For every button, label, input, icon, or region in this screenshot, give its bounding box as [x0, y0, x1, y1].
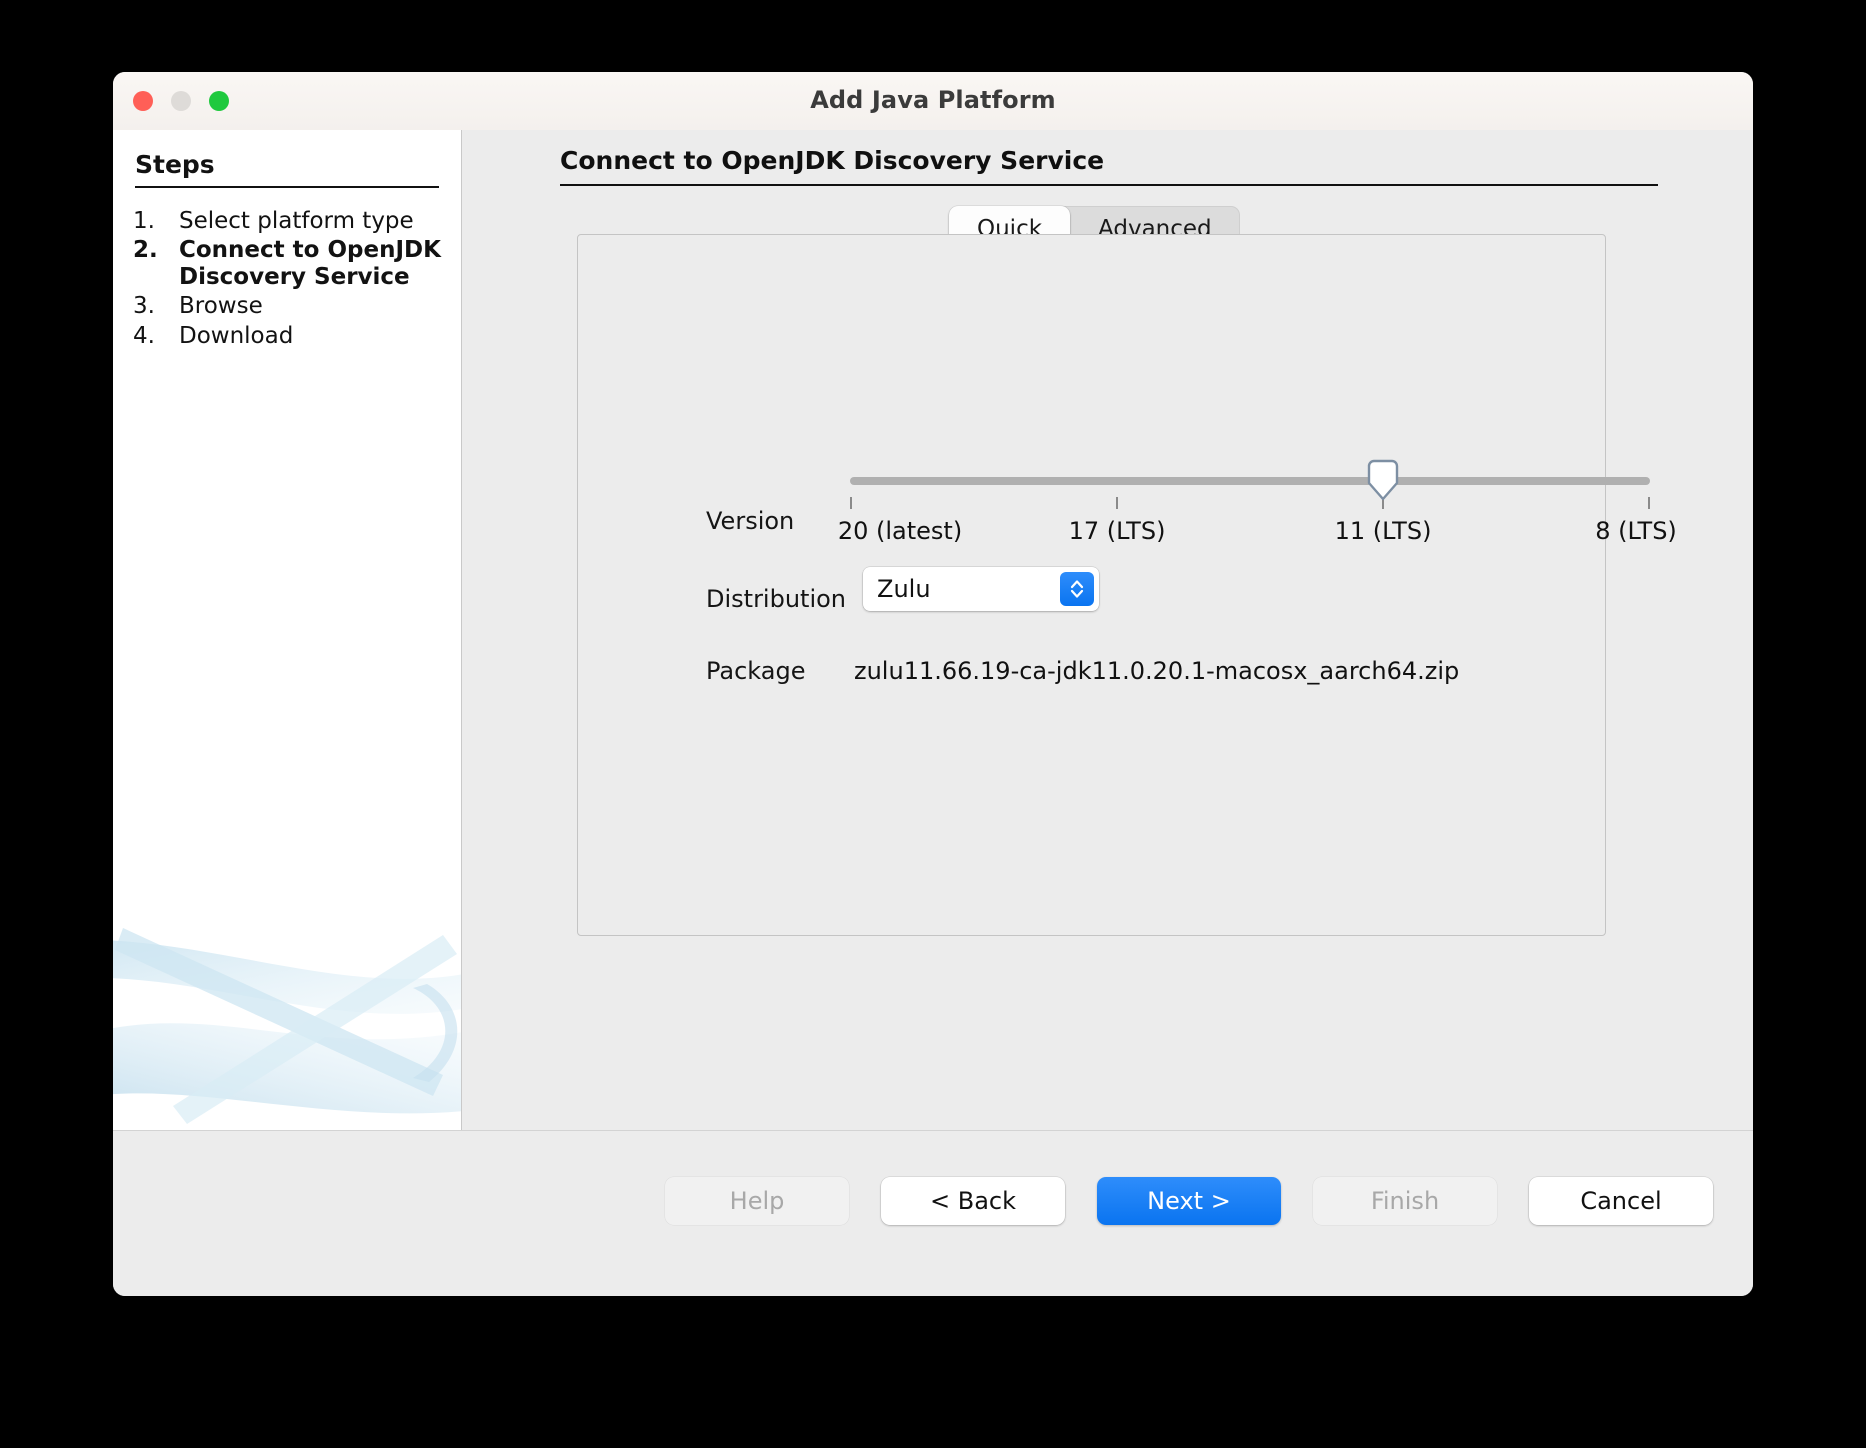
- slider-tick: [850, 497, 852, 509]
- slider-thumb[interactable]: [1366, 459, 1400, 501]
- window-title: Add Java Platform: [113, 86, 1753, 114]
- page-title: Connect to OpenJDK Discovery Service: [560, 146, 1104, 175]
- step-number: 2.: [133, 237, 179, 264]
- cancel-button[interactable]: Cancel: [1529, 1177, 1713, 1225]
- step-item-3: 3. Browse: [133, 293, 453, 320]
- step-number: 1.: [133, 208, 179, 235]
- steps-sidebar: Steps 1. Select platform type 2. Connect…: [113, 130, 462, 1130]
- footer-button-row: Help < Back Next > Finish Cancel: [665, 1177, 1713, 1225]
- step-item-4: 4. Download: [133, 323, 453, 350]
- slider-tick-label-20: 20 (latest): [838, 517, 962, 545]
- step-number: 4.: [133, 323, 179, 350]
- slider-track[interactable]: [850, 477, 1650, 485]
- main-panel: Connect to OpenJDK Discovery Service Qui…: [462, 130, 1753, 1130]
- back-button[interactable]: < Back: [881, 1177, 1065, 1225]
- finish-button[interactable]: Finish: [1313, 1177, 1497, 1225]
- steps-heading-divider: [135, 186, 439, 188]
- add-java-platform-dialog: Add Java Platform Steps 1. Select platfo…: [113, 72, 1753, 1296]
- slider-tick-label-8: 8 (LTS): [1595, 517, 1677, 545]
- dialog-body: Steps 1. Select platform type 2. Connect…: [113, 130, 1753, 1130]
- package-value: zulu11.66.19-ca-jdk11.0.20.1-macosx_aarc…: [854, 657, 1459, 685]
- chevron-up-down-icon[interactable]: [1060, 572, 1094, 606]
- step-label: Download: [179, 323, 293, 350]
- decorative-swoosh-graphic: [113, 910, 461, 1130]
- package-label: Package: [706, 657, 805, 685]
- slider-tick-label-17: 17 (LTS): [1069, 517, 1166, 545]
- steps-heading: Steps: [135, 150, 215, 179]
- steps-list: 1. Select platform type 2. Connect to Op…: [133, 208, 453, 352]
- next-button[interactable]: Next >: [1097, 1177, 1281, 1225]
- step-label: Select platform type: [179, 208, 414, 235]
- distribution-selected-value: Zulu: [863, 575, 1060, 603]
- step-item-2: 2. Connect to OpenJDK Discovery Service: [133, 237, 453, 291]
- slider-tick: [1648, 497, 1650, 509]
- version-slider[interactable]: 20 (latest) 17 (LTS) 11 (LTS) 8 (LTS): [850, 463, 1650, 563]
- dialog-footer: Help < Back Next > Finish Cancel: [113, 1130, 1753, 1296]
- step-item-1: 1. Select platform type: [133, 208, 453, 235]
- distribution-select[interactable]: Zulu: [863, 567, 1099, 611]
- window-titlebar: Add Java Platform: [113, 72, 1753, 131]
- distribution-label: Distribution: [706, 585, 846, 613]
- slider-tick-label-11: 11 (LTS): [1335, 517, 1432, 545]
- help-button[interactable]: Help: [665, 1177, 849, 1225]
- quick-settings-panel: Version 20 (latest) 17 (LTS) 11 (LTS) 8 …: [577, 234, 1606, 936]
- step-number: 3.: [133, 293, 179, 320]
- step-label: Connect to OpenJDK Discovery Service: [179, 237, 453, 291]
- step-label: Browse: [179, 293, 263, 320]
- version-label: Version: [706, 507, 794, 535]
- page-title-divider: [560, 184, 1658, 186]
- slider-tick: [1116, 497, 1118, 509]
